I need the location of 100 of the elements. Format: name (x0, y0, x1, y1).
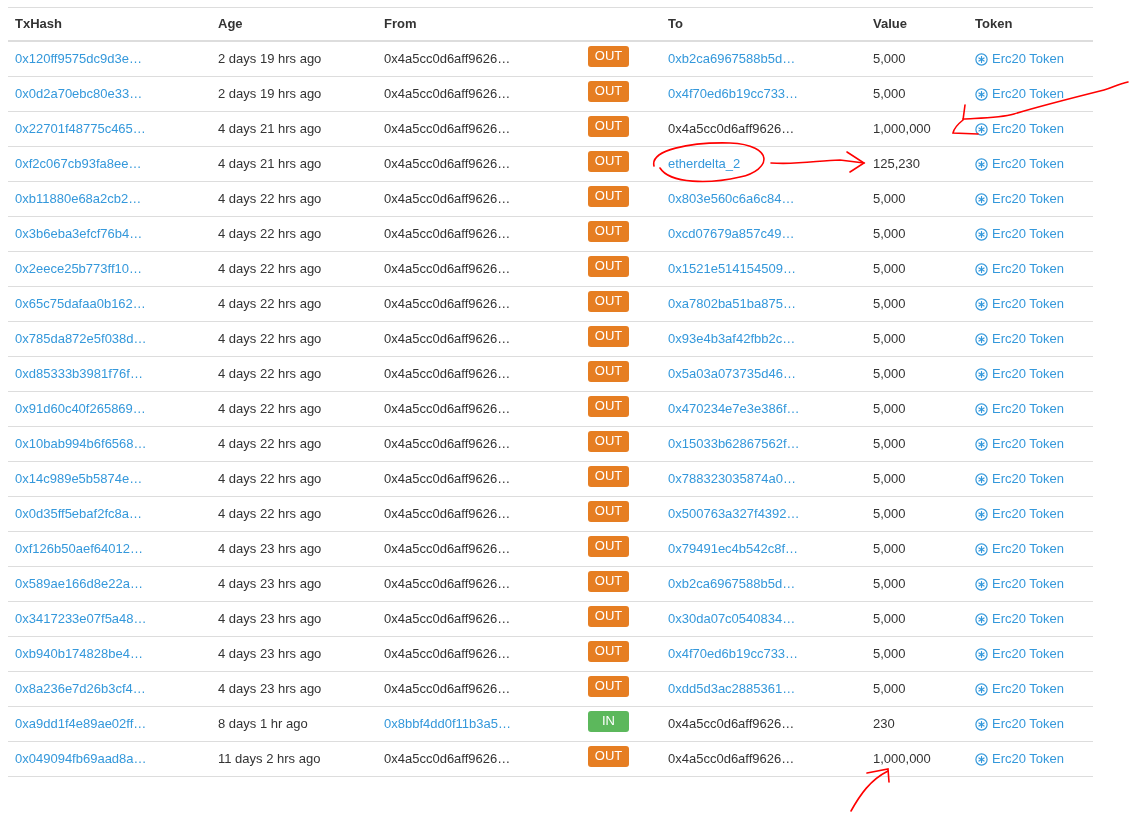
token-icon (975, 437, 988, 451)
address-link[interactable]: etherdelta_2 (668, 154, 741, 174)
direction-badge: OUT (588, 500, 629, 522)
address-link[interactable]: 0x93e4b3af42fbb2c… (668, 329, 796, 349)
age-text: 4 days 22 hrs ago (218, 225, 322, 244)
direction-badge: IN (588, 710, 629, 732)
age-text: 4 days 22 hrs ago (218, 435, 322, 454)
address-text: 0x4a5cc0d6aff9626… (668, 715, 795, 734)
address-text: 0x4a5cc0d6aff9626… (384, 225, 511, 244)
address-link[interactable]: 0xdd5d3ac2885361… (668, 679, 796, 699)
address-link[interactable]: 0xa7802ba51ba875… (668, 294, 796, 314)
address-link[interactable]: 0xb2ca6967588b5d… (668, 49, 796, 69)
value-text: 230 (873, 715, 895, 734)
tx-hash-link[interactable]: 0x65c75dafaa0b162… (15, 294, 146, 314)
address-link[interactable]: 0x1521e514154509… (668, 259, 796, 279)
token-link[interactable]: Erc20 Token (992, 469, 1065, 489)
address-text: 0x4a5cc0d6aff9626… (668, 120, 795, 139)
age-text: 2 days 19 hrs ago (218, 50, 322, 69)
token-link[interactable]: Erc20 Token (992, 364, 1065, 384)
address-link[interactable]: 0x500763a327f4392… (668, 504, 800, 524)
token-link[interactable]: Erc20 Token (992, 189, 1065, 209)
address-link[interactable]: 0x4f70ed6b19cc733… (668, 644, 799, 664)
address-text: 0x4a5cc0d6aff9626… (384, 505, 511, 524)
tx-hash-link[interactable]: 0x785da872e5f038d… (15, 329, 147, 349)
age-text: 4 days 23 hrs ago (218, 540, 322, 559)
annotation-arrow (850, 768, 890, 812)
value-text: 5,000 (873, 50, 906, 69)
tx-hash-link[interactable]: 0xb940b174828be4… (15, 644, 143, 664)
address-link[interactable]: 0x8bbf4dd0f11b3a5… (384, 714, 511, 734)
token-icon (975, 472, 988, 486)
tx-hash-link[interactable]: 0xd85333b3981f76f… (15, 364, 143, 384)
address-link[interactable]: 0x788323035874a0… (668, 469, 796, 489)
token-link[interactable]: Erc20 Token (992, 49, 1065, 69)
token-icon (975, 157, 988, 171)
address-link[interactable]: 0x470234e7e3e386f… (668, 399, 800, 419)
token-link[interactable]: Erc20 Token (992, 259, 1065, 279)
token-link[interactable]: Erc20 Token (992, 679, 1065, 699)
tx-hash-link[interactable]: 0x3417233e07f5a48… (15, 609, 147, 629)
value-text: 5,000 (873, 190, 906, 209)
address-link[interactable]: 0x803e560c6a6c84… (668, 189, 795, 209)
address-text: 0x4a5cc0d6aff9626… (384, 120, 511, 139)
column-header: Age (218, 16, 243, 32)
token-link[interactable]: Erc20 Token (992, 434, 1065, 454)
address-link[interactable]: 0xb2ca6967588b5d… (668, 574, 796, 594)
tx-hash-link[interactable]: 0x91d60c40f265869… (15, 399, 146, 419)
column-header: Value (873, 16, 907, 32)
address-link[interactable]: 0x79491ec4b542c8f… (668, 539, 799, 559)
tx-hash-link[interactable]: 0x049094fb69aad8a… (15, 749, 147, 769)
age-text: 4 days 23 hrs ago (218, 610, 322, 629)
tx-hash-link[interactable]: 0xa9dd1f4e89ae02ff… (15, 714, 147, 734)
direction-badge: OUT (588, 220, 629, 242)
value-text: 5,000 (873, 680, 906, 699)
token-link[interactable]: Erc20 Token (992, 119, 1065, 139)
tx-hash-link[interactable]: 0xf2c067cb93fa8ee… (15, 154, 142, 174)
tx-hash-link[interactable]: 0x0d2a70ebc80e33… (15, 84, 143, 104)
address-link[interactable]: 0xcd07679a857c49… (668, 224, 795, 244)
tx-hash-link[interactable]: 0x0d35ff5ebaf2fc8a… (15, 504, 142, 524)
tx-hash-link[interactable]: 0x14c989e5b5874e… (15, 469, 143, 489)
address-link[interactable]: 0x30da07c0540834… (668, 609, 796, 629)
address-text: 0x4a5cc0d6aff9626… (384, 365, 511, 384)
tx-hash-link[interactable]: 0x589ae166d8e22a… (15, 574, 143, 594)
token-link[interactable]: Erc20 Token (992, 574, 1065, 594)
value-text: 1,000,000 (873, 750, 931, 769)
token-link[interactable]: Erc20 Token (992, 749, 1065, 769)
token-icon (975, 227, 988, 241)
tx-hash-link[interactable]: 0xf126b50aef64012… (15, 539, 143, 559)
age-text: 4 days 22 hrs ago (218, 470, 322, 489)
token-link[interactable]: Erc20 Token (992, 294, 1065, 314)
token-link[interactable]: Erc20 Token (992, 399, 1065, 419)
token-link[interactable]: Erc20 Token (992, 84, 1065, 104)
direction-badge: OUT (588, 150, 629, 172)
address-link[interactable]: 0x4f70ed6b19cc733… (668, 84, 799, 104)
tx-hash-link[interactable]: 0x8a236e7d26b3cf4… (15, 679, 146, 699)
token-link[interactable]: Erc20 Token (992, 539, 1065, 559)
tx-hash-link[interactable]: 0x2eece25b773ff10… (15, 259, 142, 279)
token-icon (975, 682, 988, 696)
address-text: 0x4a5cc0d6aff9626… (384, 190, 511, 209)
token-link[interactable]: Erc20 Token (992, 609, 1065, 629)
value-text: 5,000 (873, 295, 906, 314)
token-link[interactable]: Erc20 Token (992, 644, 1065, 664)
token-link[interactable]: Erc20 Token (992, 329, 1065, 349)
tx-hash-link[interactable]: 0x22701f48775c465… (15, 119, 146, 139)
token-link[interactable]: Erc20 Token (992, 714, 1065, 734)
direction-badge: OUT (588, 80, 629, 102)
address-link[interactable]: 0x5a03a073735d46… (668, 364, 796, 384)
token-link[interactable]: Erc20 Token (992, 224, 1065, 244)
direction-badge: OUT (588, 185, 629, 207)
address-text: 0x4a5cc0d6aff9626… (384, 50, 511, 69)
token-link[interactable]: Erc20 Token (992, 154, 1065, 174)
direction-badge: OUT (588, 325, 629, 347)
address-text: 0x4a5cc0d6aff9626… (384, 400, 511, 419)
value-text: 1,000,000 (873, 120, 931, 139)
tx-hash-link[interactable]: 0x120ff9575dc9d3e… (15, 49, 142, 69)
tx-hash-link[interactable]: 0x10bab994b6f6568… (15, 434, 147, 454)
address-link[interactable]: 0x15033b62867562f… (668, 434, 800, 454)
token-link[interactable]: Erc20 Token (992, 504, 1065, 524)
tx-hash-link[interactable]: 0xb11880e68a2cb2… (15, 189, 142, 209)
address-text: 0x4a5cc0d6aff9626… (384, 85, 511, 104)
tx-hash-link[interactable]: 0x3b6eba3efcf76b4… (15, 224, 143, 244)
address-text: 0x4a5cc0d6aff9626… (384, 610, 511, 629)
